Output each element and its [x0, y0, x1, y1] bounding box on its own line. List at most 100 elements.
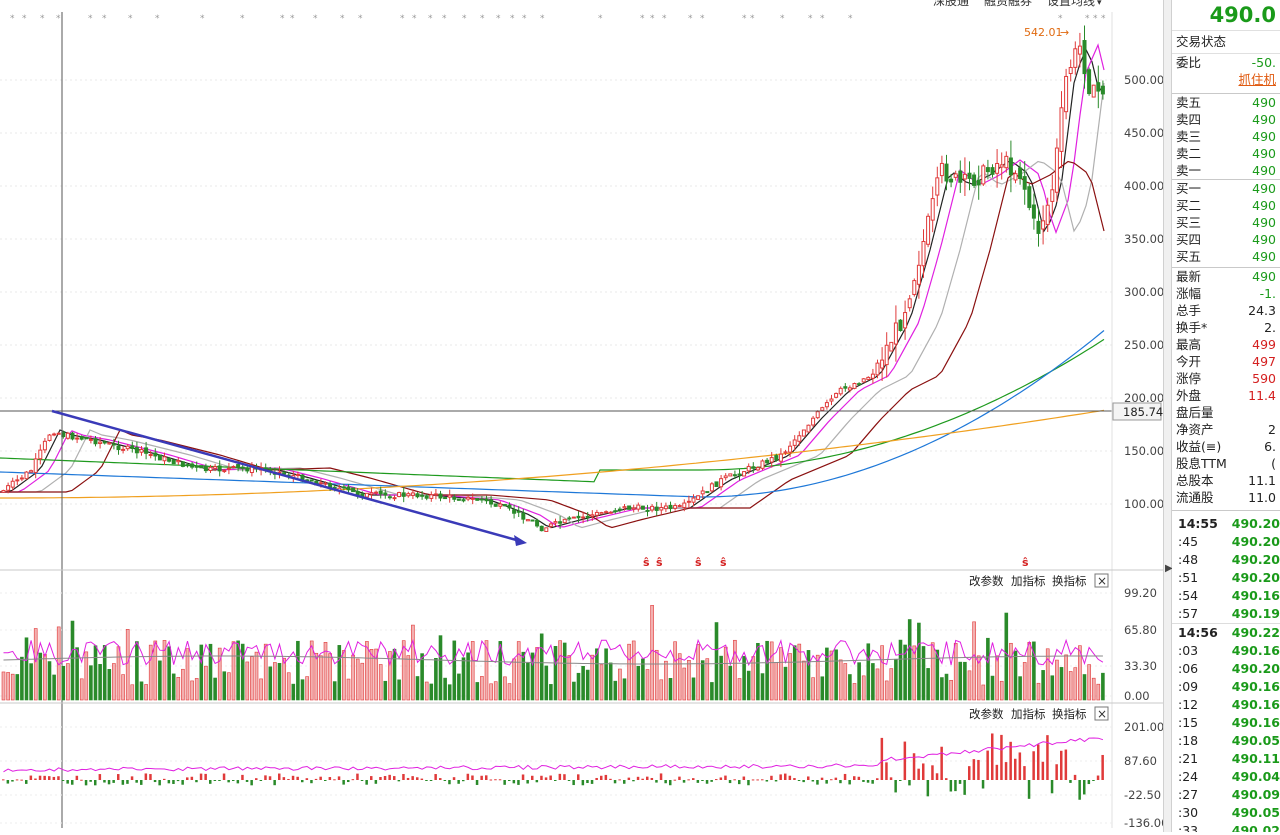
indicator-bar — [935, 773, 939, 780]
volume-bar — [98, 664, 102, 701]
candle-body — [806, 424, 811, 433]
tick-time: :51 — [1178, 570, 1199, 585]
candle-body — [640, 505, 645, 510]
tick-row: :18 490.05 — [1172, 732, 1280, 750]
bid-row[interactable]: 买五 490 — [1172, 248, 1280, 265]
indicator-bar — [278, 773, 281, 780]
volume-bar — [1068, 671, 1073, 701]
bid-row[interactable]: 买四 490 — [1172, 231, 1280, 248]
indicator-bar — [577, 774, 580, 780]
indicator-bar — [227, 780, 230, 783]
volume-bar — [516, 641, 521, 701]
ma-line-10 — [0, 43, 1105, 528]
ask-row[interactable]: 卖四 490 — [1172, 111, 1280, 128]
indicator-bar — [107, 780, 111, 785]
top-menu: 深股通 融资融券 设置均线 ▾ — [933, 0, 1102, 8]
candle-body — [56, 432, 61, 435]
ask-row[interactable]: 卖一 490 — [1172, 162, 1280, 179]
stat-row: 涨停 590 — [1172, 370, 1280, 387]
kline-chart-area[interactable]: 深股通 融资融券 设置均线 ▾ * * * * * * * * * * * * * * * * * * * * * * * *… — [0, 0, 1168, 832]
svg-text:*: * — [1093, 14, 1098, 24]
indicator-bar — [163, 778, 166, 780]
indicator-bar — [370, 776, 373, 780]
indicator-bar — [807, 776, 810, 780]
indicator-bar — [204, 773, 207, 780]
indicator-bar — [1083, 780, 1086, 795]
indicator-bar — [1027, 780, 1031, 799]
menu-shenzhen-connect[interactable]: 深股通 — [933, 0, 969, 8]
indicator-bar — [190, 776, 194, 780]
indicator-bar — [241, 774, 244, 780]
candle-body — [1022, 176, 1027, 190]
volume-bar — [599, 664, 604, 701]
volume-edit-params-button[interactable]: 改参数 — [969, 574, 1004, 588]
volume-add-indicator-button[interactable]: 加指标 — [1011, 574, 1046, 588]
indicator-bar — [986, 750, 989, 780]
candle-body — [590, 514, 595, 517]
indicator-bar — [245, 780, 249, 782]
bid-row[interactable]: 买三 490 — [1172, 214, 1280, 231]
indicator-bar — [949, 780, 953, 792]
volume-bar — [181, 668, 185, 701]
ask-row[interactable]: 卖二 490 — [1172, 145, 1280, 162]
indicator-bar — [876, 778, 879, 780]
svg-text:*: * — [280, 14, 285, 24]
volume-bar — [940, 677, 944, 701]
stat-value: ( — [1271, 456, 1276, 471]
candle-body — [571, 516, 576, 519]
volume-bar — [466, 652, 470, 701]
candle-body — [659, 506, 664, 511]
candle-body — [148, 454, 153, 457]
indicator-bar — [416, 777, 419, 780]
candle-body — [1082, 40, 1087, 75]
volume-bar — [963, 661, 967, 701]
volume-bar — [576, 672, 581, 701]
volume-bar — [986, 637, 990, 701]
volume-bar — [194, 678, 199, 701]
indicator-bar — [673, 779, 677, 781]
indicator-add-indicator-button[interactable]: 加指标 — [1011, 707, 1046, 721]
indicator-bar — [135, 780, 138, 783]
ask-label: 卖二 — [1176, 146, 1202, 161]
ask-row[interactable]: 卖三 490 — [1172, 128, 1280, 145]
svg-text:*: * — [313, 14, 318, 24]
bid-price: 490 — [1252, 249, 1276, 264]
volume-bar — [360, 662, 365, 701]
candle-body — [415, 493, 420, 498]
indicator-bar — [1032, 751, 1035, 780]
catch-opportunity-link[interactable]: 抓住机 — [1172, 71, 1280, 89]
candle-body — [682, 502, 687, 508]
stats-list: 最新 490 涨幅 -1. 总手 24.3 换手* 2. 最高 499 今开 497 涨停 590 外盘 11… — [1172, 268, 1280, 506]
indicator-bar — [209, 780, 212, 784]
volume-bar — [493, 681, 498, 701]
volume-switch-indicator-button[interactable]: 换指标 — [1052, 574, 1087, 588]
panel-divider[interactable]: ▶ — [1163, 0, 1173, 832]
volume-bar — [475, 682, 480, 701]
price-tick-label: 150.00 — [1124, 444, 1163, 458]
candle-body — [208, 466, 213, 472]
indicator-bar — [756, 779, 759, 781]
bid-row[interactable]: 买一 490 — [1172, 180, 1280, 197]
menu-dropdown-icon[interactable]: ▾ — [1097, 0, 1102, 8]
high-marker-arrow-icon: → — [1060, 26, 1069, 39]
bid-row[interactable]: 买二 490 — [1172, 197, 1280, 214]
tick-time: :27 — [1178, 787, 1199, 802]
svg-text:*: * — [522, 14, 527, 24]
indicator-switch-indicator-button[interactable]: 换指标 — [1052, 707, 1087, 721]
indicator-bar — [954, 780, 957, 792]
volume-bar — [857, 662, 861, 701]
tick-price: 490.16 — [1231, 697, 1280, 712]
menu-margin-trading[interactable]: 融资融券 — [984, 0, 1032, 8]
indicator-bar — [853, 776, 856, 780]
indicator-bar — [181, 780, 184, 785]
ask-row[interactable]: 卖五 490 — [1172, 94, 1280, 111]
volume-bar — [204, 665, 208, 701]
candle-body — [746, 465, 751, 472]
indicator-bars — [2, 733, 1104, 800]
stat-value: 11.1 — [1248, 473, 1276, 488]
indicator-bar — [342, 780, 345, 785]
menu-ma-settings[interactable]: 设置均线 — [1047, 0, 1095, 8]
indicator-bar — [885, 762, 888, 780]
indicator-edit-params-button[interactable]: 改参数 — [969, 707, 1004, 721]
candle-body — [847, 387, 852, 391]
